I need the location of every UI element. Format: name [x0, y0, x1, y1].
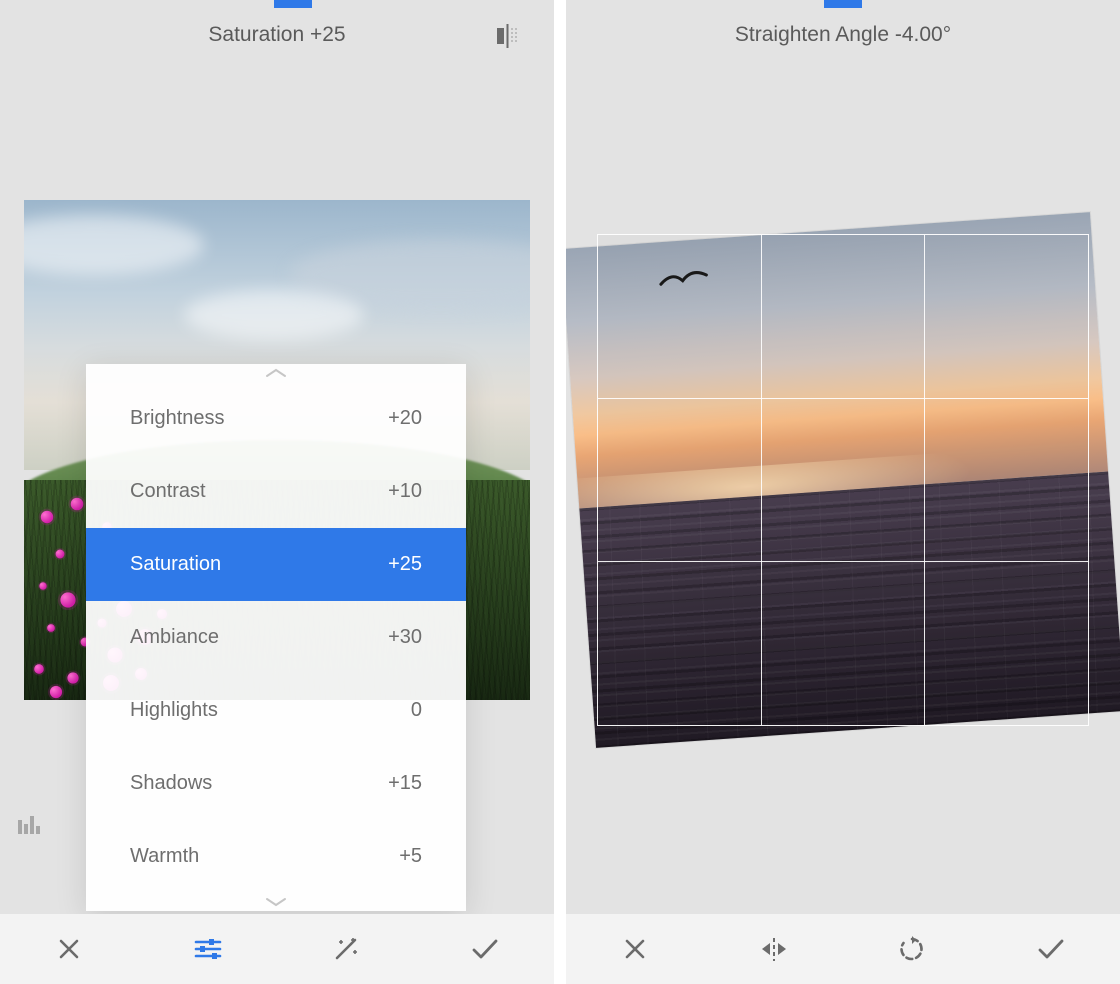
- image-canvas[interactable]: [566, 70, 1120, 914]
- tune-parameter-panel[interactable]: Brightness +20 Contrast +10 Saturation +25 Amb…: [86, 364, 466, 911]
- tune-row-warmth[interactable]: Warmth +5: [86, 820, 466, 893]
- header: Straighten Angle -4.00°: [566, 0, 1120, 70]
- tune-row-label: Ambiance: [130, 626, 219, 649]
- tune-row-label: Warmth: [130, 845, 199, 868]
- image-canvas[interactable]: Brightness +20 Contrast +10 Saturation +25 Amb…: [0, 70, 554, 914]
- header-title: Saturation +25: [208, 23, 345, 47]
- header-title: Straighten Angle -4.00°: [735, 23, 951, 47]
- tune-row-highlights[interactable]: Highlights 0: [86, 674, 466, 747]
- confirm-button[interactable]: [1031, 929, 1071, 969]
- tune-row-shadows[interactable]: Shadows +15: [86, 747, 466, 820]
- tune-row-label: Shadows: [130, 772, 212, 795]
- tune-row-value: +15: [388, 772, 422, 795]
- crop-grid-overlay[interactable]: [598, 235, 1088, 725]
- tune-button[interactable]: [188, 929, 228, 969]
- header: Saturation +25: [0, 0, 554, 70]
- tune-row-contrast[interactable]: Contrast +10: [86, 455, 466, 528]
- tune-row-brightness[interactable]: Brightness +20: [86, 382, 466, 455]
- tune-row-ambiance[interactable]: Ambiance +30: [86, 601, 466, 674]
- tune-row-label: Saturation: [130, 553, 221, 576]
- tune-row-label: Contrast: [130, 480, 206, 503]
- chevron-down-icon[interactable]: [86, 893, 466, 911]
- tune-row-value: +30: [388, 626, 422, 649]
- tune-row-value: +25: [388, 553, 422, 576]
- tune-image-screen: Saturation +25: [0, 0, 554, 984]
- close-button[interactable]: [615, 929, 655, 969]
- tune-row-value: 0: [411, 699, 422, 722]
- tune-row-saturation[interactable]: Saturation +25: [86, 528, 466, 601]
- chevron-up-icon[interactable]: [86, 364, 466, 382]
- bottom-toolbar: [0, 914, 554, 984]
- rotate-cw-button[interactable]: [892, 929, 932, 969]
- compare-icon[interactable]: [494, 22, 522, 50]
- tune-row-value: +5: [399, 845, 422, 868]
- close-button[interactable]: [49, 929, 89, 969]
- tune-row-label: Brightness: [130, 407, 225, 430]
- tune-row-label: Highlights: [130, 699, 218, 722]
- confirm-button[interactable]: [465, 929, 505, 969]
- flip-horizontal-button[interactable]: [754, 929, 794, 969]
- histogram-icon[interactable]: [18, 814, 44, 834]
- tune-row-value: +20: [388, 407, 422, 430]
- straighten-screen: Straighten Angle -4.00°: [566, 0, 1120, 984]
- tune-row-value: +10: [388, 480, 422, 503]
- magic-wand-button[interactable]: [326, 929, 366, 969]
- bottom-toolbar: [566, 914, 1120, 984]
